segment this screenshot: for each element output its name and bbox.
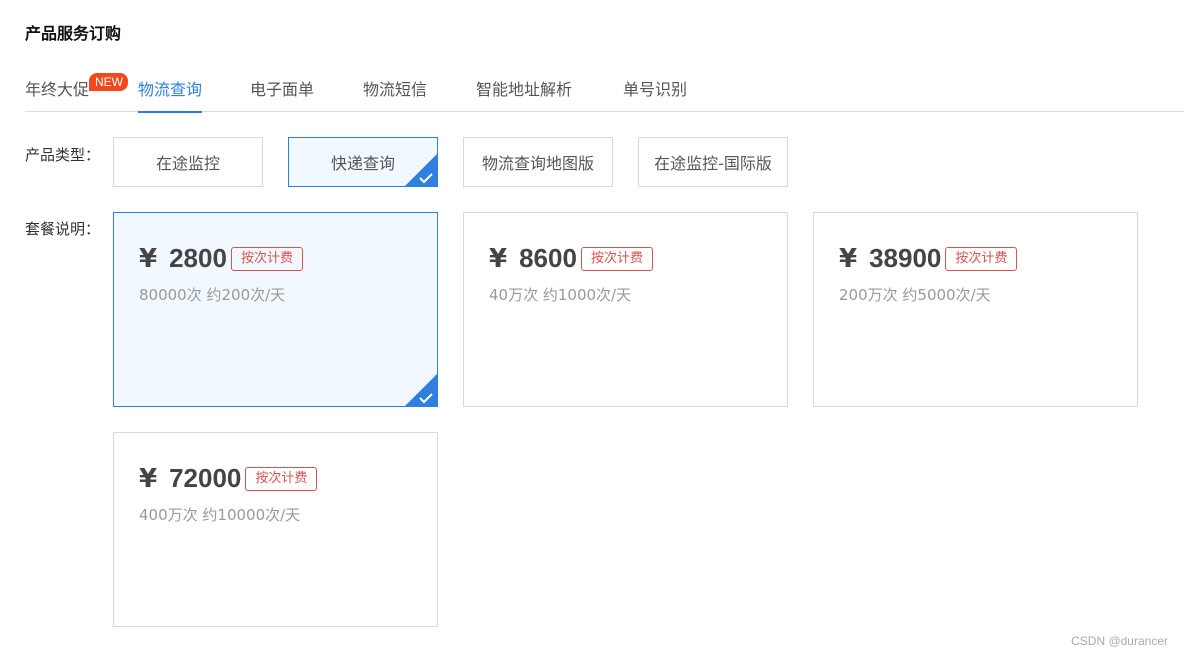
product-type-option-label: 快递查询 [330, 154, 395, 173]
tab-label: 智能地址解析 [476, 80, 573, 99]
product-type-option-label: 物流查询地图版 [481, 154, 594, 173]
tab-label: 年终大促 [25, 80, 90, 99]
plan-card-8600[interactable]: ¥ 8600 按次计费 40万次 约1000次/天 [463, 212, 788, 407]
plan-card-2800[interactable]: ¥ 2800 按次计费 80000次 约200次/天 [113, 212, 438, 407]
plan-price: 38900 [869, 243, 942, 273]
tab-logistics-sms[interactable]: 物流短信 [363, 76, 427, 112]
tab-label: 单号识别 [623, 80, 688, 99]
price-line: ¥ 8600 按次计费 [489, 243, 653, 274]
product-type-logistics-map[interactable]: 物流查询地图版 [463, 137, 613, 187]
plan-quota: 200万次 约5000次/天 [839, 286, 991, 304]
plan-price: 2800 [169, 243, 227, 273]
billing-tag: 按次计费 [230, 246, 303, 271]
product-type-in-transit-monitor[interactable]: 在途监控 [113, 137, 263, 187]
tab-number-recognition[interactable]: 单号识别 [623, 76, 687, 112]
tab-bar: 年终大促 NEW 物流查询 电子面单 物流短信 智能地址解析 单号识别 [25, 66, 1184, 113]
tab-label: 物流短信 [363, 80, 428, 99]
price-line: ¥ 2800 按次计费 [139, 243, 303, 274]
page-title: 产品服务订购 [25, 24, 122, 43]
selected-check-icon [405, 154, 437, 186]
selected-check-icon [405, 374, 437, 406]
plan-price: 8600 [519, 243, 577, 273]
currency-symbol: ¥ [489, 243, 508, 274]
plans-label: 套餐说明： [25, 220, 101, 238]
tab-label: 物流查询 [138, 80, 203, 99]
billing-tag: 按次计费 [245, 466, 318, 491]
currency-symbol: ¥ [839, 243, 858, 274]
plan-quota: 80000次 约200次/天 [139, 286, 286, 304]
new-badge: NEW [89, 73, 128, 91]
product-type-option-label: 在途监控-国际版 [654, 154, 772, 173]
billing-tag: 按次计费 [945, 246, 1018, 271]
tab-logistics-query[interactable]: 物流查询 [138, 76, 203, 113]
plan-quota: 400万次 约10000次/天 [139, 506, 301, 524]
tab-year-end-promo[interactable]: 年终大促 NEW [25, 73, 128, 112]
plan-card-38900[interactable]: ¥ 38900 按次计费 200万次 约5000次/天 [813, 212, 1138, 407]
billing-tag: 按次计费 [580, 246, 653, 271]
plan-quota: 40万次 约1000次/天 [489, 286, 632, 304]
product-type-label: 产品类型： [25, 146, 101, 164]
watermark: CSDN @durancer [1071, 634, 1168, 648]
plan-price: 72000 [169, 463, 242, 493]
price-line: ¥ 38900 按次计费 [839, 243, 1018, 274]
plan-card-72000[interactable]: ¥ 72000 按次计费 400万次 约10000次/天 [113, 432, 438, 627]
tab-label: 电子面单 [250, 80, 315, 99]
product-type-option-label: 在途监控 [155, 154, 220, 173]
tab-address-parsing[interactable]: 智能地址解析 [476, 76, 572, 112]
currency-symbol: ¥ [139, 243, 158, 274]
currency-symbol: ¥ [139, 463, 158, 494]
product-type-international-monitor[interactable]: 在途监控-国际版 [638, 137, 788, 187]
price-line: ¥ 72000 按次计费 [139, 463, 318, 494]
product-type-express-query[interactable]: 快递查询 [288, 137, 438, 187]
tab-electronic-waybill[interactable]: 电子面单 [250, 76, 314, 112]
